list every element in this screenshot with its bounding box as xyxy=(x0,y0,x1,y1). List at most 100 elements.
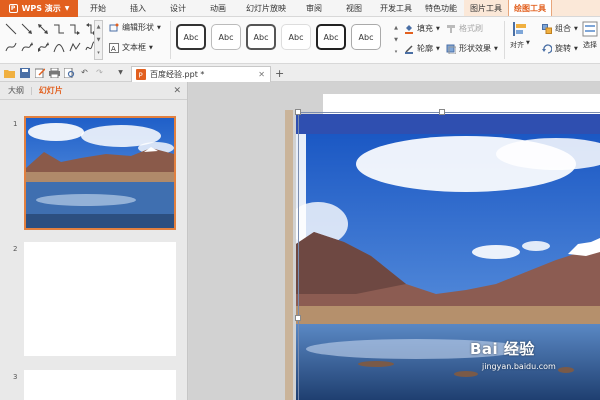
align-icon xyxy=(512,22,526,36)
curved-arrow-icon[interactable] xyxy=(20,39,34,55)
tab-home[interactable]: 开始 xyxy=(78,0,118,16)
new-tab-plus-icon[interactable]: + xyxy=(275,67,284,80)
chevron-down-icon: ▼ xyxy=(157,24,161,31)
document-tab[interactable]: P 百度经验.ppt * ✕ xyxy=(131,66,271,82)
chevron-down-icon: ▼ xyxy=(526,40,530,46)
undo-icon[interactable]: ↶ xyxy=(79,67,90,78)
tab-special-features[interactable]: 特色功能 xyxy=(418,0,464,16)
curved-connector-icon[interactable] xyxy=(4,39,18,55)
tab-animation[interactable]: 动画 xyxy=(198,0,238,16)
fill-button[interactable]: 填充 ▼ xyxy=(404,23,440,34)
tab-design[interactable]: 设计 xyxy=(158,0,198,16)
elbow-connector-icon[interactable] xyxy=(52,21,66,37)
resize-handle[interactable] xyxy=(439,109,445,115)
customize-dropdown-icon[interactable]: ▼ xyxy=(115,67,126,78)
slide-thumbnail-1[interactable] xyxy=(24,116,176,230)
curve-icon[interactable] xyxy=(52,39,66,55)
group-button[interactable]: 组合 ▼ xyxy=(542,23,578,34)
resize-handle[interactable] xyxy=(295,315,301,321)
open-folder-icon[interactable] xyxy=(4,67,15,78)
chevron-up-icon[interactable]: ▲ xyxy=(97,24,101,30)
tab-drawing-tools[interactable]: 绘图工具 xyxy=(508,0,552,16)
slide-thumbnail-3[interactable] xyxy=(24,370,176,400)
rotate-button[interactable]: 旋转 ▼ xyxy=(542,43,578,54)
shape-style-6[interactable]: Abc xyxy=(351,24,381,50)
elbow-arrow-icon[interactable] xyxy=(68,21,82,37)
more-icon[interactable]: ▾ xyxy=(97,50,100,56)
align-button[interactable]: 对齐 ▼ xyxy=(510,21,530,50)
close-icon[interactable]: ✕ xyxy=(258,70,265,79)
rotate-label: 旋转 xyxy=(555,44,571,53)
tab-slideshow[interactable]: 幻灯片放映 xyxy=(238,0,294,16)
edit-shape-label: 编辑形状 xyxy=(122,23,154,32)
format-painter-icon xyxy=(447,24,455,33)
chevron-up-icon[interactable]: ▲ xyxy=(394,25,398,31)
double-arrow-shape-icon[interactable] xyxy=(36,21,50,37)
selection-pane-button[interactable]: 选择 xyxy=(582,21,598,50)
group-icon xyxy=(542,23,552,34)
chevron-down-icon[interactable]: ▼ xyxy=(97,37,101,43)
fill-label: 填充 xyxy=(417,24,433,33)
shape-gallery-scroll[interactable]: ▲ ▼ ▾ xyxy=(94,20,103,60)
ribbon: ▲ ▼ ▾ 编辑形状 ▼ A 文本框 ▼ Abc Abc Abc Abc Abc… xyxy=(0,17,600,64)
slide-number: 1 xyxy=(13,120,18,128)
edit-shape-icon xyxy=(109,23,119,31)
redo-icon[interactable]: ↷ xyxy=(94,67,105,78)
shape-effect-icon xyxy=(446,44,456,54)
text-box-button[interactable]: A 文本框 ▼ xyxy=(109,42,153,53)
shape-style-3[interactable]: Abc xyxy=(246,24,276,50)
curved-double-arrow-icon[interactable] xyxy=(36,39,50,55)
document-title: 百度经验.ppt * xyxy=(150,70,205,79)
arrow-shape-icon[interactable] xyxy=(20,21,34,37)
slide-number: 2 xyxy=(13,245,18,253)
shape-style-gallery: Abc Abc Abc Abc Abc Abc xyxy=(176,24,381,50)
tab-slides[interactable]: 幻灯片 xyxy=(39,85,63,96)
chevron-down-icon: ▼ xyxy=(149,44,153,51)
shape-style-scroll[interactable]: ▲ ▼ ▾ xyxy=(392,22,400,58)
shape-style-1[interactable]: Abc xyxy=(176,24,206,50)
menu-bar: P WPS 演示 ▼ 开始 插入 设计 动画 幻灯片放映 审阅 视图 开发工具 … xyxy=(0,0,600,17)
align-label: 对齐 xyxy=(510,41,524,49)
text-box-label: 文本框 xyxy=(122,43,146,52)
tab-review[interactable]: 审阅 xyxy=(294,0,334,16)
tab-outline[interactable]: 大纲 xyxy=(8,85,24,96)
chevron-down-icon[interactable]: ▼ xyxy=(394,37,398,43)
close-icon[interactable]: ✕ xyxy=(173,86,181,96)
shape-gallery xyxy=(4,21,97,59)
shape-style-2[interactable]: Abc xyxy=(211,24,241,50)
chevron-down-icon: ▼ xyxy=(436,25,440,32)
shape-style-4[interactable]: Abc xyxy=(281,24,311,50)
app-menu-button[interactable]: P WPS 演示 ▼ xyxy=(0,0,78,17)
freeform-icon[interactable] xyxy=(68,39,82,55)
tab-developer-tools[interactable]: 开发工具 xyxy=(374,0,418,16)
tab-view[interactable]: 视图 xyxy=(334,0,374,16)
selection-pane-icon xyxy=(582,21,598,37)
quick-access-toolbar: ↶ ↷ ▼ P 百度经验.ppt * ✕ + xyxy=(0,64,600,82)
slide-thumbnail-2[interactable] xyxy=(24,242,176,356)
outline-button[interactable]: 轮廓 ▼ xyxy=(404,43,440,54)
shape-effect-button[interactable]: 形状效果 ▼ xyxy=(446,43,498,54)
more-icon[interactable]: ▾ xyxy=(395,49,398,55)
resize-handle[interactable] xyxy=(295,109,301,115)
outline-pen-icon xyxy=(405,44,413,54)
save-as-icon[interactable] xyxy=(34,67,45,78)
edit-shape-button[interactable]: 编辑形状 ▼ xyxy=(109,22,161,33)
chevron-down-icon: ▼ xyxy=(64,5,70,12)
tab-picture-tools[interactable]: 图片工具 xyxy=(464,0,508,16)
slide-number: 3 xyxy=(13,373,18,381)
line-shape-icon[interactable] xyxy=(4,21,18,37)
save-icon[interactable] xyxy=(19,67,30,78)
selection-pane-label: 选择 xyxy=(583,41,597,49)
outline-label: 轮廓 xyxy=(417,44,433,53)
chevron-down-icon: ▼ xyxy=(574,25,578,32)
print-icon[interactable] xyxy=(49,67,60,78)
print-preview-icon[interactable] xyxy=(64,67,75,78)
tab-divider: | xyxy=(30,86,33,95)
tab-insert[interactable]: 插入 xyxy=(118,0,158,16)
text-box-icon: A xyxy=(109,42,119,53)
shape-style-5[interactable]: Abc xyxy=(316,24,346,50)
ribbon-separator xyxy=(170,21,171,59)
format-painter-button[interactable]: 格式刷 xyxy=(446,23,483,34)
chevron-down-icon: ▼ xyxy=(436,45,440,52)
tab-overflow xyxy=(552,0,600,16)
